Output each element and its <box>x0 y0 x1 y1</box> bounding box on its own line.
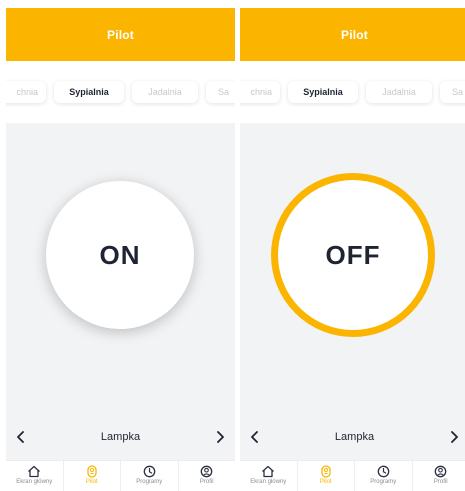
power-state-label: ON <box>99 239 141 270</box>
chevron-left-icon <box>251 431 258 443</box>
tab-sypialnia[interactable]: Sypialnia <box>288 81 358 103</box>
remote-icon <box>321 465 331 478</box>
device-name: Lampka <box>100 431 141 443</box>
bottom-navigation: Ekran główny Pilot Programy Profil <box>240 460 465 491</box>
home-icon <box>262 465 275 478</box>
tab-kuchnia[interactable]: chnia <box>240 81 280 103</box>
profile-icon <box>434 465 447 478</box>
nav-item-pilot[interactable]: Pilot <box>64 461 121 491</box>
device-name: Lampka <box>334 431 375 443</box>
phone-screen-off: Pilot chnia Sypialnia Jadalnia Sa OFF La… <box>240 8 465 491</box>
previous-device-button[interactable] <box>240 426 270 448</box>
tab-jadalnia[interactable]: Jadalnia <box>366 81 432 103</box>
room-tabs: chnia Sypialnia Jadalnia Sa <box>240 61 465 123</box>
nav-item-profile[interactable]: Profil <box>413 461 465 491</box>
nav-item-home[interactable]: Ekran główny <box>240 461 298 491</box>
nav-label: Programy <box>136 479 163 485</box>
power-toggle-button[interactable]: ON <box>46 181 194 329</box>
nav-label: Profil <box>433 479 448 485</box>
nav-label: Programy <box>370 479 397 485</box>
header-title: Pilot <box>341 27 368 42</box>
profile-icon <box>200 465 213 478</box>
nav-label: Pilot <box>85 479 98 485</box>
next-device-button[interactable] <box>439 426 465 448</box>
bottom-navigation: Ekran główny Pilot Programy Profil <box>6 460 235 491</box>
device-selector: Lampka <box>240 426 465 448</box>
chevron-right-icon <box>451 431 458 443</box>
tab-sypialnia[interactable]: Sypialnia <box>54 81 124 103</box>
nav-item-profile[interactable]: Profil <box>179 461 236 491</box>
chevron-right-icon <box>217 431 224 443</box>
previous-device-button[interactable] <box>6 426 36 448</box>
chevron-left-icon <box>17 431 24 443</box>
nav-label: Ekran główny <box>16 479 53 485</box>
tab-salon[interactable]: Sa <box>440 81 465 103</box>
tab-jadalnia[interactable]: Jadalnia <box>132 81 198 103</box>
tab-salon[interactable]: Sa <box>206 81 235 103</box>
nav-label: Pilot <box>319 479 332 485</box>
nav-label: Ekran główny <box>250 479 287 485</box>
app-header: Pilot <box>240 8 465 61</box>
device-selector: Lampka <box>6 426 235 448</box>
power-toggle-button[interactable]: OFF <box>271 173 435 337</box>
power-state-label: OFF <box>325 239 381 270</box>
clock-icon <box>377 465 390 478</box>
nav-item-programs[interactable]: Programy <box>121 461 179 491</box>
remote-icon <box>87 465 97 478</box>
nav-label: Profil <box>199 479 214 485</box>
clock-icon <box>143 465 156 478</box>
nav-item-pilot[interactable]: Pilot <box>298 461 355 491</box>
room-tabs: chnia Sypialnia Jadalnia Sa <box>6 61 235 123</box>
app-header: Pilot <box>6 8 235 61</box>
tab-kuchnia[interactable]: chnia <box>6 81 46 103</box>
header-title: Pilot <box>107 27 134 42</box>
next-device-button[interactable] <box>205 426 235 448</box>
home-icon <box>28 465 41 478</box>
phone-screen-on: Pilot chnia Sypialnia Jadalnia Sa ON Lam… <box>6 8 235 491</box>
nav-item-home[interactable]: Ekran główny <box>6 461 64 491</box>
nav-item-programs[interactable]: Programy <box>355 461 413 491</box>
